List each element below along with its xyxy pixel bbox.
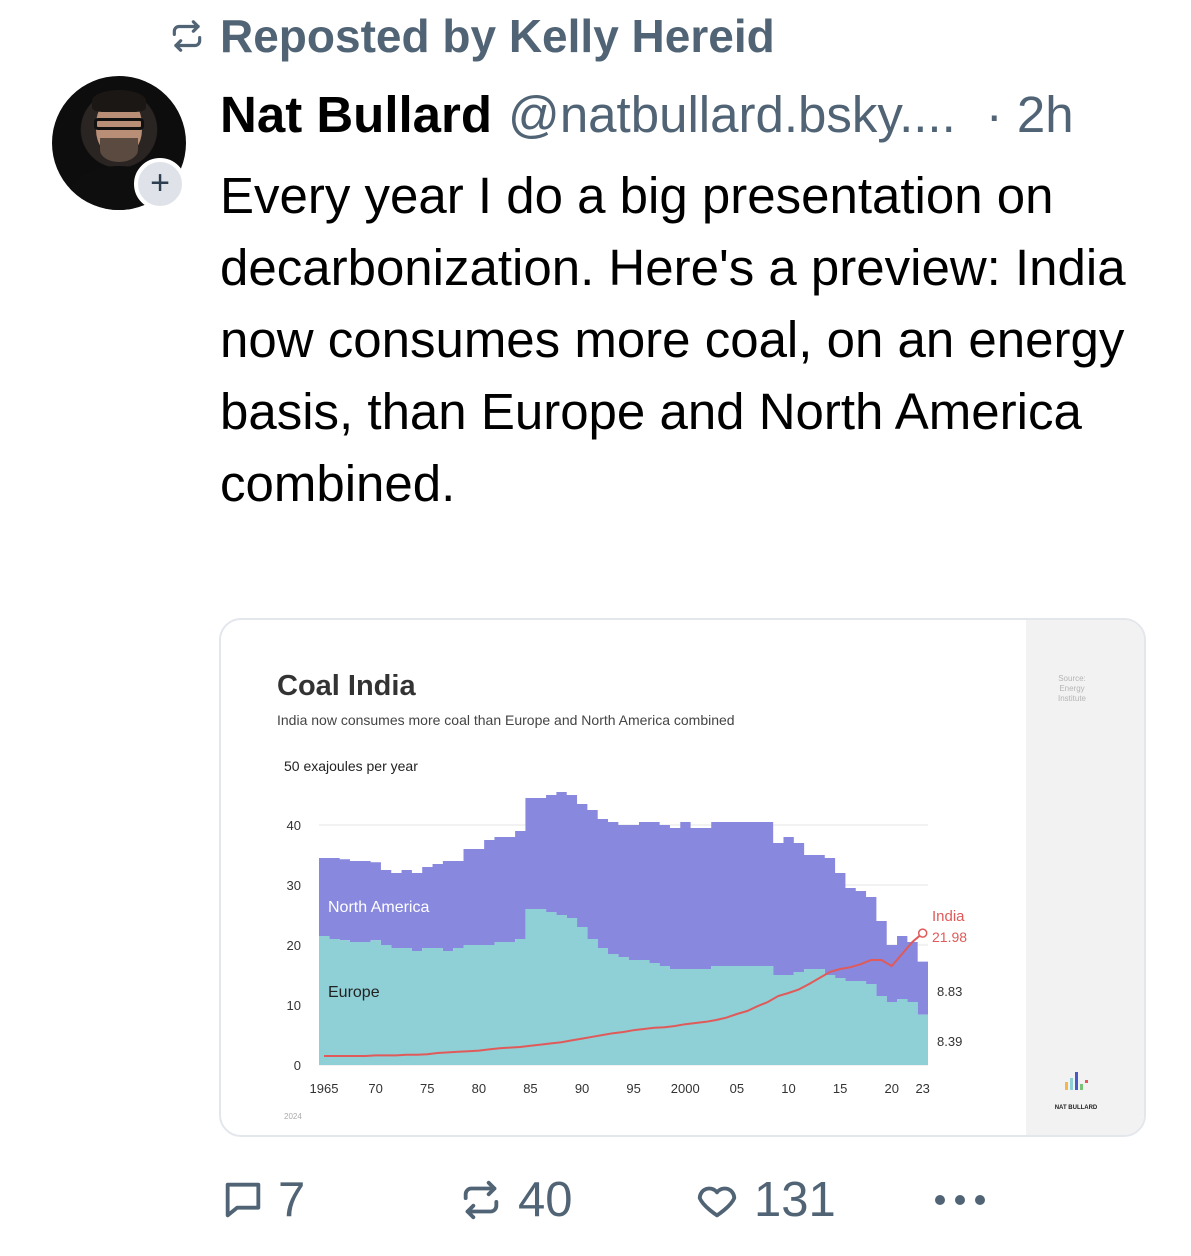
post-header: Nat Bullard @natbullard.bsky.... · 2h bbox=[220, 82, 1074, 146]
post-time[interactable]: · 2h bbox=[986, 85, 1074, 144]
repost-count: 40 bbox=[518, 1173, 573, 1227]
image-card[interactable]: Source: Energy Institute NAT BULLARD Coa… bbox=[219, 618, 1146, 1137]
x-tick-label: 75 bbox=[420, 1081, 434, 1096]
author-name[interactable]: Nat Bullard bbox=[220, 85, 492, 144]
x-tick-label: 90 bbox=[575, 1081, 589, 1096]
repost-icon bbox=[172, 20, 202, 52]
x-tick-label: 1965 bbox=[310, 1081, 339, 1096]
author-handle[interactable]: @natbullard.bsky.... bbox=[508, 85, 956, 144]
x-tick-label: 20 bbox=[884, 1081, 898, 1096]
x-tick-label: 70 bbox=[368, 1081, 382, 1096]
like-count: 131 bbox=[754, 1173, 836, 1227]
reply-count: 7 bbox=[278, 1173, 306, 1227]
post-text: Every year I do a big presentation on de… bbox=[220, 167, 1126, 512]
like-button[interactable]: 131 bbox=[692, 1170, 836, 1230]
india-endpoint bbox=[917, 928, 928, 938]
y-tick-label: 10 bbox=[287, 998, 301, 1013]
heart-icon bbox=[697, 1186, 737, 1218]
repost-label: Reposted by Kelly Hereid bbox=[220, 10, 775, 62]
post-actions: 7 40 131 bbox=[220, 1170, 1020, 1230]
x-tick-label: 23 bbox=[915, 1081, 929, 1096]
more-icon bbox=[935, 1195, 985, 1205]
value-india: 21.98 bbox=[932, 929, 967, 945]
y-tick-label: 30 bbox=[287, 878, 301, 893]
y-tick-label: 0 bbox=[294, 1058, 301, 1073]
more-button[interactable] bbox=[932, 1170, 988, 1230]
label-india: India bbox=[932, 908, 965, 925]
y-tick-label: 20 bbox=[287, 938, 301, 953]
x-tick-label: 95 bbox=[626, 1081, 640, 1096]
x-tick-label: 05 bbox=[730, 1081, 744, 1096]
repost-button[interactable]: 40 bbox=[456, 1170, 573, 1230]
label-europe: Europe bbox=[328, 984, 380, 1001]
repost-icon bbox=[463, 1180, 499, 1220]
repost-banner[interactable]: Reposted by Kelly Hereid bbox=[168, 8, 775, 64]
plus-icon: + bbox=[150, 164, 170, 202]
x-tick-label: 2000 bbox=[671, 1081, 700, 1096]
x-tick-label: 80 bbox=[472, 1081, 486, 1096]
reply-icon bbox=[225, 1182, 261, 1218]
label-north-america: North America bbox=[328, 899, 429, 916]
reply-button[interactable]: 7 bbox=[220, 1170, 305, 1230]
y-tick-label: 40 bbox=[287, 818, 301, 833]
value-north-america: 8.83 bbox=[937, 984, 962, 999]
follow-button[interactable]: + bbox=[134, 158, 186, 210]
chart-plot: 0 10 20 30 40 North America Europe India 21.98 8.… bbox=[287, 792, 967, 1096]
value-europe: 8.39 bbox=[937, 1034, 962, 1049]
x-tick-label: 10 bbox=[781, 1081, 795, 1096]
x-tick-label: 85 bbox=[523, 1081, 537, 1096]
x-tick-label: 15 bbox=[833, 1081, 847, 1096]
